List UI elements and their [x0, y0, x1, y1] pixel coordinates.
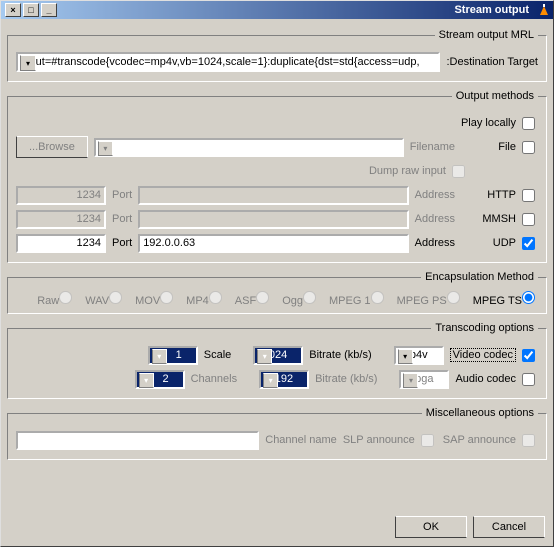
channel-name-input[interactable] — [16, 431, 259, 450]
play-locally-checkbox[interactable] — [522, 117, 535, 130]
http-port-input — [16, 186, 106, 205]
http-checkbox[interactable] — [522, 189, 535, 202]
mmsh-port-label: Port — [112, 213, 132, 225]
audio-codec-checkbox[interactable] — [522, 373, 535, 386]
transcoding-group: Transcoding options Video codec mp4v Bit… — [7, 322, 547, 399]
udp-port-label: Port — [112, 237, 132, 249]
audio-codec-label: Audio codec — [455, 373, 516, 385]
encapsulation-group: Encapsulation Method MPEG TS MPEG PS MPE… — [7, 271, 547, 314]
file-checkbox[interactable] — [522, 141, 535, 154]
encap-asf-radio — [256, 291, 269, 304]
udp-address-input[interactable] — [138, 234, 408, 253]
mmsh-address-label: Address — [415, 213, 455, 225]
encap-mpeg1-radio — [371, 291, 384, 304]
slp-label: SLP announce — [343, 434, 415, 446]
output-methods-group: Output methods Play locally File Filenam… — [7, 90, 547, 263]
encap-wav-radio — [109, 291, 122, 304]
mmsh-checkbox[interactable] — [522, 213, 535, 226]
dest-target-label: Destination Target: — [446, 56, 538, 68]
sap-label: SAP announce — [443, 434, 516, 446]
dump-raw-label: Dump raw input — [369, 165, 446, 177]
audio-bitrate-select: 192 — [259, 370, 309, 389]
file-label: File — [461, 141, 516, 153]
encap-mp4-radio — [209, 291, 222, 304]
audio-bitrate-label: Bitrate (kb/s) — [315, 373, 377, 385]
cancel-button[interactable]: Cancel — [473, 516, 545, 538]
video-codec-label: Video codec — [450, 348, 516, 362]
window-title: Stream output — [57, 4, 533, 16]
minimize-button[interactable]: _ — [41, 3, 57, 17]
video-bitrate-select[interactable]: 1024 — [253, 346, 303, 365]
video-codec-checkbox[interactable] — [522, 349, 535, 362]
http-address-label: Address — [415, 189, 455, 201]
audio-channels-label: Channels — [191, 373, 237, 385]
slp-checkbox — [421, 434, 434, 447]
filename-label: Filename — [410, 141, 455, 153]
udp-port-input[interactable] — [16, 234, 106, 253]
mmsh-label: MMSH — [461, 213, 516, 225]
http-label: HTTP — [461, 189, 516, 201]
channel-name-label: Channel name — [265, 434, 337, 446]
output-methods-legend: Output methods — [452, 90, 538, 102]
misc-group: Miscellaneous options SAP announce SLP a… — [7, 407, 547, 460]
video-codec-select[interactable]: mp4v — [394, 346, 444, 365]
encap-raw-radio — [59, 291, 72, 304]
video-scale-select[interactable]: 1 — [148, 346, 198, 365]
udp-label: UDP — [461, 237, 516, 249]
audio-codec-select: mpga — [399, 370, 449, 389]
http-port-label: Port — [112, 189, 132, 201]
misc-legend: Miscellaneous options — [422, 407, 538, 419]
encap-ogg-radio — [303, 291, 316, 304]
dump-raw-checkbox — [452, 165, 465, 178]
audio-channels-select: 2 — [135, 370, 185, 389]
encap-mpeg-ts-radio[interactable] — [522, 291, 535, 304]
app-icon — [537, 3, 551, 17]
dest-target-input[interactable]: :sout=#transcode{vcodec=mp4v,vb=1024,sca… — [16, 52, 440, 72]
browse-button: Browse... — [16, 136, 88, 158]
udp-checkbox[interactable] — [522, 237, 535, 250]
sap-checkbox — [522, 434, 535, 447]
mmsh-port-input — [16, 210, 106, 229]
http-address-input — [138, 186, 408, 205]
video-bitrate-label: Bitrate (kb/s) — [309, 349, 371, 361]
video-scale-label: Scale — [204, 349, 232, 361]
encapsulation-legend: Encapsulation Method — [421, 271, 538, 283]
titlebar: Stream output _ □ × — [1, 1, 553, 19]
encap-mov-radio — [160, 291, 173, 304]
encap-mpeg-ps-radio — [447, 291, 460, 304]
filename-input — [94, 138, 404, 157]
close-button[interactable]: × — [5, 3, 21, 17]
mrl-group: Stream output MRL Destination Target: :s… — [7, 29, 547, 82]
play-locally-label: Play locally — [461, 117, 516, 129]
mrl-legend: Stream output MRL — [435, 29, 538, 41]
transcoding-legend: Transcoding options — [431, 322, 538, 334]
udp-address-label: Address — [415, 237, 455, 249]
maximize-button[interactable]: □ — [23, 3, 39, 17]
mmsh-address-input — [138, 210, 408, 229]
ok-button[interactable]: OK — [395, 516, 467, 538]
